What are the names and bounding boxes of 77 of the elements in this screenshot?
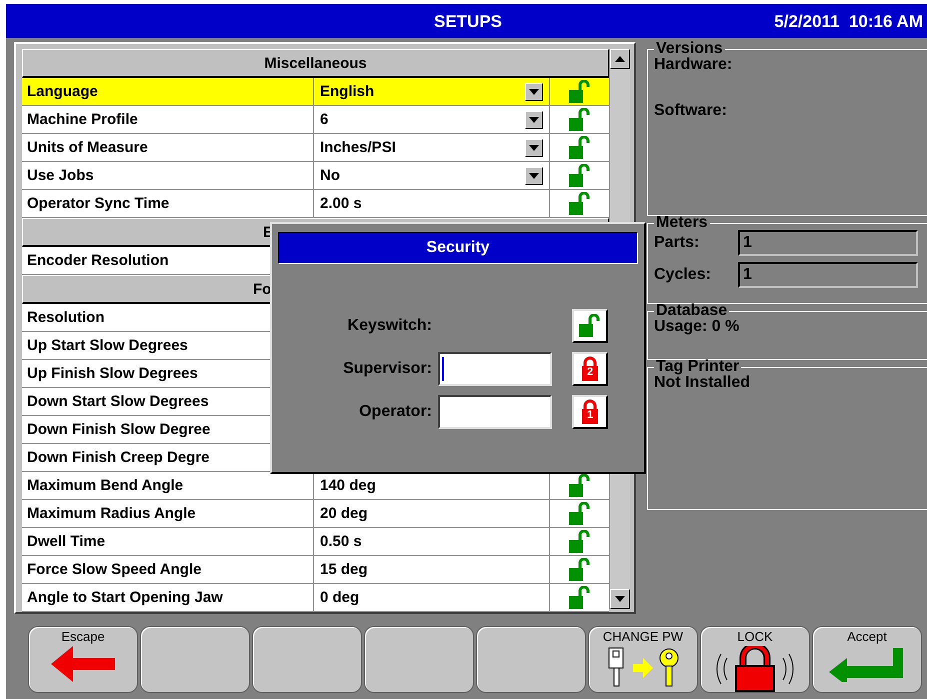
dropdown-button[interactable] — [525, 138, 543, 156]
setting-value: 2.00 s — [320, 195, 362, 212]
date-time: 5/2/2011 10:16 AM — [774, 12, 923, 32]
meter-label: Cycles: — [654, 266, 712, 284]
blank-key[interactable] — [140, 626, 250, 693]
setting-row[interactable]: Use Jobs No — [22, 162, 609, 190]
function-key[interactable]: Accept — [812, 626, 922, 693]
blank-key[interactable] — [252, 626, 362, 693]
setting-value: 15 deg — [320, 561, 368, 578]
scroll-up-button[interactable] — [610, 49, 630, 69]
setting-row[interactable]: Dwell Time 0.50 s — [22, 528, 609, 556]
function-key[interactable]: LOCK — [700, 626, 810, 693]
keyswitch-button[interactable] — [572, 309, 608, 343]
setting-label: Operator Sync Time — [22, 190, 314, 217]
section-header: Miscellaneous — [22, 49, 609, 78]
dropdown-arrow-icon — [529, 172, 539, 178]
meter-label: Parts: — [654, 234, 700, 252]
blank-key[interactable] — [476, 626, 586, 693]
group-title: Tag Printer — [655, 360, 740, 374]
dropdown-button[interactable] — [525, 110, 543, 128]
group-title: Versions — [655, 42, 724, 56]
setting-row[interactable]: Maximum Radius Angle 20 deg — [22, 500, 609, 528]
meter-value: 1 — [738, 230, 918, 256]
group-title: Database — [655, 304, 728, 318]
padlock-icon — [581, 356, 599, 382]
version-label: Software: — [654, 102, 728, 120]
setting-row[interactable]: Machine Profile 6 — [22, 106, 609, 134]
left-arrow-icon — [51, 646, 115, 682]
setting-value: No — [320, 167, 340, 184]
setting-label: Machine Profile — [22, 106, 314, 133]
setting-row[interactable]: Force Slow Speed Angle 15 deg — [22, 556, 609, 584]
dropdown-arrow-icon — [529, 88, 539, 94]
setting-label: Use Jobs — [22, 162, 314, 189]
setting-row[interactable]: Units of Measure Inches/PSI — [22, 134, 609, 162]
setting-label: Angle to Start Opening Jaw — [22, 584, 314, 611]
meter-value: 1 — [738, 262, 918, 288]
scroll-down-button[interactable] — [610, 589, 630, 609]
printer-status: Not Installed — [654, 374, 752, 392]
field-label: Keyswitch: — [348, 317, 432, 335]
dropdown-button[interactable] — [525, 82, 543, 100]
function-key[interactable]: CHANGE PW — [588, 626, 698, 693]
dropdown-arrow-icon — [529, 116, 539, 122]
usage-text: Usage: 0 % — [654, 318, 740, 336]
setting-label: Maximum Radius Angle — [22, 500, 314, 527]
function-key[interactable]: Escape — [28, 626, 138, 693]
down-arrow-icon — [615, 596, 625, 602]
setting-value: 20 deg — [320, 505, 368, 522]
setting-row[interactable]: Operator Sync Time 2.00 s — [22, 190, 609, 218]
setting-value: Inches/PSI — [320, 139, 396, 156]
dialog-title: Security — [278, 232, 638, 264]
setting-row[interactable]: Maximum Bend Angle 140 deg — [22, 472, 609, 500]
window-title: SETUPS — [434, 12, 502, 32]
setting-label: Dwell Time — [22, 528, 314, 555]
enter-arrow-icon — [829, 646, 905, 682]
password-field[interactable] — [438, 352, 552, 386]
password-field[interactable] — [438, 395, 552, 429]
setting-label: Language — [22, 78, 314, 105]
up-arrow-icon — [615, 56, 625, 62]
lock-button[interactable]: 2 — [572, 352, 608, 386]
group-title: Meters — [655, 216, 709, 230]
dropdown-arrow-icon — [529, 144, 539, 150]
field-label: Operator: — [359, 403, 432, 421]
dropdown-button[interactable] — [525, 166, 543, 184]
blank-key[interactable] — [364, 626, 474, 693]
setting-value: 0 deg — [320, 589, 360, 606]
field-label: Supervisor: — [343, 360, 432, 378]
setting-label: Units of Measure — [22, 134, 314, 161]
setting-label: Force Slow Speed Angle — [22, 556, 314, 583]
setting-value: English — [320, 83, 374, 100]
setting-row[interactable]: Angle to Start Opening Jaw 0 deg — [22, 584, 609, 612]
setting-row[interactable]: Language English — [22, 78, 609, 106]
version-label: Hardware: — [654, 56, 734, 74]
setting-value: 6 — [320, 111, 328, 128]
setting-value: 0.50 s — [320, 533, 362, 550]
setting-value: 140 deg — [320, 477, 376, 494]
lock-button[interactable]: 1 — [572, 395, 608, 429]
padlock-icon — [581, 399, 599, 425]
